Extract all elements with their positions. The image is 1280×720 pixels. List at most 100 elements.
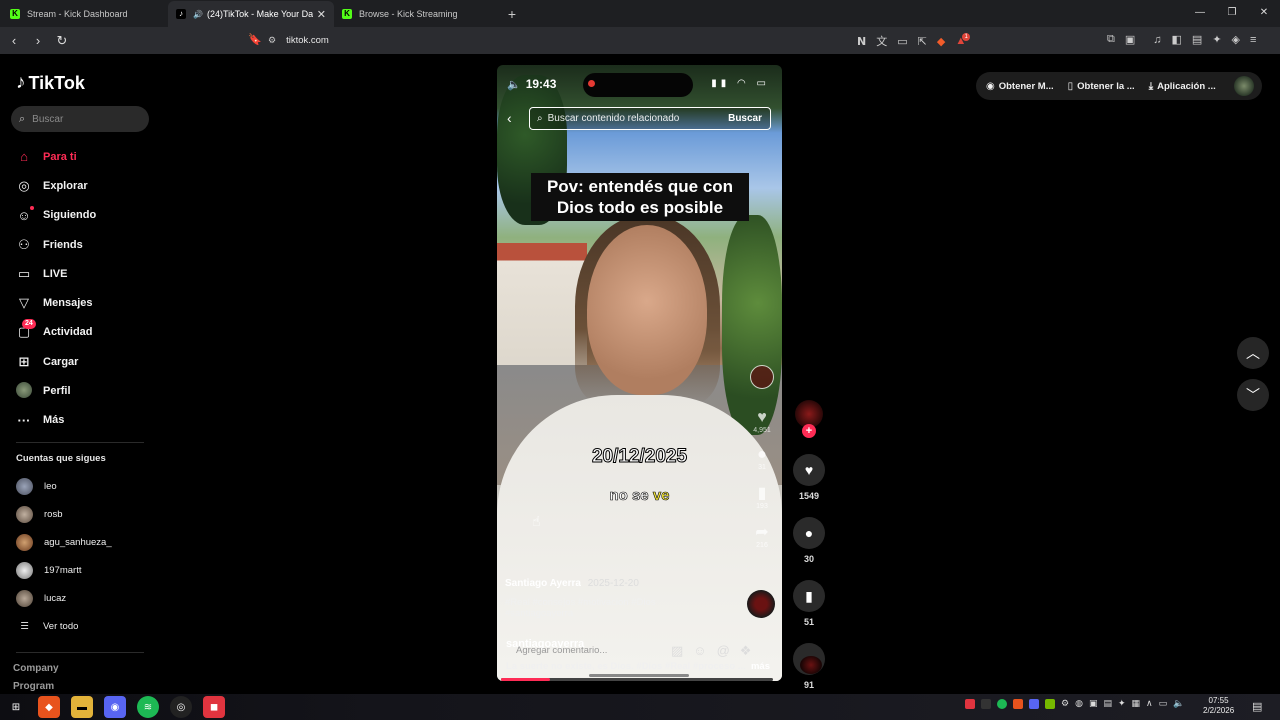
like-button[interactable]: ♥ (793, 454, 825, 486)
speaker-icon[interactable]: 🔊 (193, 10, 203, 19)
sidebar-item-live[interactable]: ▭ LIVE (16, 259, 96, 288)
user-avatar[interactable] (1234, 76, 1254, 96)
music-disc-icon[interactable] (800, 656, 822, 674)
close-tab-icon[interactable]: ✕ (317, 8, 326, 21)
sidebar-item-mas[interactable]: ··· Más (16, 406, 96, 435)
site-info-icon[interactable]: ⚙ (268, 35, 276, 46)
tray-app-icon[interactable] (1013, 698, 1023, 709)
video-search-bar: ⌕ Buscar contenido relacionado Buscar (529, 107, 771, 130)
obs-icon[interactable]: ◎ (170, 696, 192, 718)
network-icon[interactable]: ▭ (1159, 698, 1168, 709)
mention-icon[interactable]: @ (717, 643, 730, 659)
close-window-icon[interactable]: ✕ (1248, 0, 1280, 26)
tray-steam-icon[interactable]: ◍ (1075, 698, 1083, 709)
tiktok-logo[interactable]: ♪ TikTok (16, 72, 85, 94)
sidebar-item-label: Siguiendo (43, 209, 97, 222)
tray-app-icon[interactable] (965, 698, 975, 709)
spotify-icon[interactable]: ≋ (137, 696, 159, 718)
chevron-up-icon[interactable]: ∧ (1146, 698, 1153, 709)
leo-ai-icon[interactable]: ✦ (1212, 33, 1221, 46)
tray-discord-icon[interactable] (1029, 698, 1039, 709)
bookmark-icon: ▮ (805, 587, 813, 604)
crypto-wallet-icon[interactable]: ▤ (1192, 33, 1202, 46)
sidebar-item-friends[interactable]: ⚇ Friends (16, 230, 96, 259)
address-bar[interactable]: ⚙ tiktok.com (268, 31, 848, 50)
get-app-button[interactable]: ▯ Obtener la ... (1068, 81, 1135, 92)
sidebar-item-perfil[interactable]: Perfil (16, 376, 96, 405)
volume-icon[interactable]: 🔈 (1173, 698, 1184, 709)
cast-icon[interactable]: ▭ (897, 35, 907, 48)
tab-tiktok[interactable]: ♪ 🔊 (24)TikTok - Make Your Day ✕ (168, 1, 334, 27)
forward-icon[interactable]: › (28, 33, 48, 48)
search-input[interactable]: ⌕ Buscar (11, 106, 149, 132)
restore-icon[interactable]: ❐ (1216, 0, 1248, 26)
get-app-label: Obtener la ... (1077, 80, 1135, 92)
tray-nvidia-icon[interactable] (1045, 698, 1055, 709)
brave-icon[interactable]: ◆ (38, 696, 60, 718)
sidebar-item-cargar[interactable]: ⊞ Cargar (16, 347, 96, 376)
tab-kick-browse[interactable]: K Browse - Kick Streaming (334, 1, 500, 27)
gift-icon[interactable]: ❖ (740, 643, 752, 659)
tray-icon[interactable]: ▤ (1103, 698, 1112, 709)
sidebar-toggle-icon[interactable]: ◧ (1172, 33, 1182, 46)
comment-input[interactable]: Agregar comentario... (516, 645, 607, 656)
sidebar-item-mensajes[interactable]: ▽ Mensajes (16, 288, 96, 317)
video-scrubber[interactable] (589, 674, 689, 677)
wallet-icon[interactable]: ▣ (1125, 33, 1135, 46)
desktop-app-label: Aplicación ... (1157, 80, 1216, 92)
file-explorer-icon[interactable]: ▬ (71, 696, 93, 718)
tray-icon[interactable]: ▣ (1089, 698, 1098, 709)
translate-icon[interactable]: 文 (876, 33, 887, 49)
footer-program-link[interactable]: Program (13, 681, 54, 692)
following-item[interactable]: agu_sanhueza_ (16, 528, 112, 556)
menu-icon[interactable]: ≡ (1250, 34, 1256, 46)
bookmark-icon[interactable]: 🔖 (248, 33, 262, 46)
discord-icon[interactable]: ◉ (104, 696, 126, 718)
following-item[interactable]: 197martt (16, 556, 112, 584)
music-icon[interactable]: ♫ (1153, 34, 1161, 46)
reload-icon[interactable]: ↻ (52, 33, 72, 49)
sidebar-item-label: Perfil (43, 385, 71, 398)
desktop-app-button[interactable]: ⤓ Aplicación ... (1149, 81, 1216, 92)
tray-spotify-icon[interactable] (997, 698, 1007, 709)
notifications-icon[interactable]: ▤ (1252, 700, 1262, 713)
extensions-icon[interactable]: ⧉ (1107, 33, 1115, 46)
tray-icon[interactable]: ▦ (1132, 698, 1141, 709)
tray-icon[interactable]: ✦ (1118, 698, 1126, 709)
new-tab-button[interactable]: + (500, 1, 524, 27)
image-icon[interactable]: ▨ (671, 643, 683, 659)
subtitle-text: no se (609, 487, 649, 505)
brave-shield-icon[interactable]: ◆ (937, 35, 945, 48)
save-button[interactable]: ▮ (793, 580, 825, 612)
video-progress-bar[interactable] (501, 678, 773, 681)
download-icon: ⤓ (1148, 80, 1154, 92)
share-icon[interactable]: ⇱ (918, 35, 927, 48)
footer-company-link[interactable]: Company (13, 663, 59, 674)
sidebar-item-explorar[interactable]: ◎ Explorar (16, 171, 96, 200)
reader-off-icon[interactable]: 𝗡 (857, 35, 866, 48)
get-coins-button[interactable]: ◉ Obtener M... (986, 81, 1054, 92)
windows-start-icon[interactable]: ⊞ (5, 696, 27, 718)
video-player[interactable]: 🔈 19:43 ▮▮ ◠ ▭ ‹ ⌕ Buscar contenido rela… (497, 65, 782, 681)
following-item[interactable]: leo (16, 472, 112, 500)
more-link[interactable]: más (751, 661, 770, 672)
tab-kick-dashboard[interactable]: K Stream - Kick Dashboard (2, 1, 168, 27)
minimize-icon[interactable]: — (1184, 0, 1216, 26)
previous-video-button[interactable]: ︿ (1237, 337, 1269, 369)
following-item[interactable]: rosb (16, 500, 112, 528)
app-icon[interactable]: ◼ (203, 696, 225, 718)
back-icon[interactable]: ‹ (4, 33, 24, 48)
tray-icon[interactable]: ⚙ (1061, 698, 1069, 709)
sidebar-item-siguiendo[interactable]: ☺ Siguiendo (16, 201, 96, 230)
sidebar-item-actividad[interactable]: ▢ 24 Actividad (16, 318, 96, 347)
follow-plus-icon[interactable]: + (802, 424, 816, 438)
see-all-link[interactable]: ☰ Ver todo (16, 612, 112, 640)
comment-button[interactable]: ● (793, 517, 825, 549)
system-clock[interactable]: 07:55 2/2/2026 (1203, 696, 1234, 716)
sidebar-item-para-ti[interactable]: ⌂ Para ti (16, 142, 96, 171)
tray-app-icon[interactable] (981, 698, 991, 709)
next-video-button[interactable]: ﹀ (1237, 379, 1269, 411)
emoji-icon[interactable]: ☺ (693, 643, 706, 659)
following-item[interactable]: lucaz (16, 584, 112, 612)
vpn-icon[interactable]: ◈ (1232, 33, 1240, 46)
